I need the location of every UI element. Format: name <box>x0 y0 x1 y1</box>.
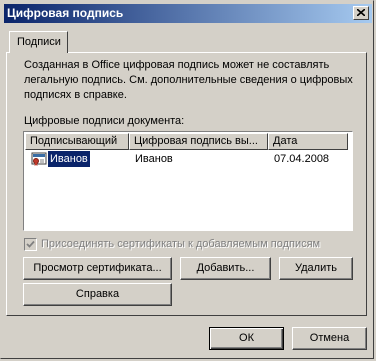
cell-signer: Иванов <box>48 151 90 167</box>
description-text: Созданная в Office цифровая подпись може… <box>24 59 353 101</box>
cancel-button[interactable]: Отмена <box>292 327 367 350</box>
view-certificate-button[interactable]: Просмотр сертификата... <box>23 257 172 280</box>
certificate-icon <box>31 152 47 166</box>
table-row[interactable]: Иванов Иванов 07.04.2008 <box>25 151 351 167</box>
cell-issued-by: Иванов <box>135 153 173 165</box>
ok-button[interactable]: ОК <box>209 327 284 350</box>
attach-certificates-checkbox[interactable] <box>24 238 37 251</box>
attach-certificates-label: Присоединять сертификаты к добавляемым п… <box>41 238 321 250</box>
signatures-list[interactable]: Подписывающий Цифровая подпись вы... Дат… <box>23 131 353 231</box>
checkmark-icon <box>26 240 35 248</box>
cell-date: 07.04.2008 <box>274 153 330 165</box>
column-header-signer[interactable]: Подписывающий <box>25 133 129 150</box>
close-button[interactable] <box>353 6 369 20</box>
tab-signatures[interactable]: Подписи <box>9 31 68 53</box>
signatures-list-label: Цифровые подписи документа: <box>24 115 185 127</box>
remove-button[interactable]: Удалить <box>279 257 353 280</box>
title-bar[interactable]: Цифровая подпись <box>4 4 372 23</box>
tab-label: Подписи <box>17 36 61 48</box>
add-button[interactable]: Добавить... <box>180 257 271 280</box>
close-icon <box>357 9 365 16</box>
window-title: Цифровая подпись <box>7 6 124 20</box>
list-header: Подписывающий Цифровая подпись вы... Дат… <box>25 133 351 150</box>
help-button[interactable]: Справка <box>23 283 172 306</box>
column-header-date[interactable]: Дата <box>268 133 348 150</box>
column-header-issued-by[interactable]: Цифровая подпись вы... <box>129 133 268 150</box>
